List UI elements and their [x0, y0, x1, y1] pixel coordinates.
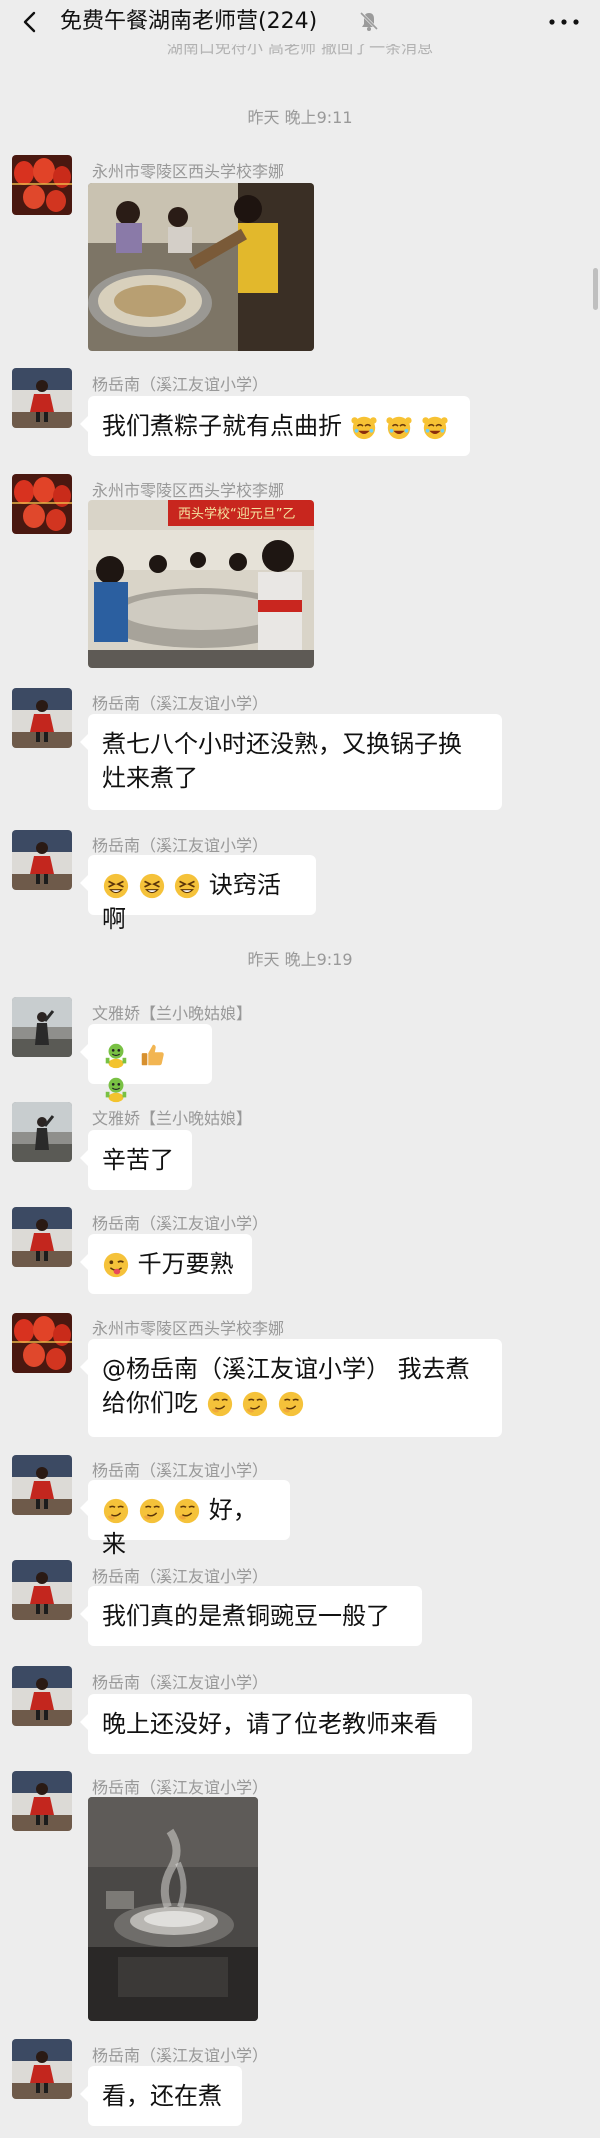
- avatar[interactable]: [12, 1313, 72, 1373]
- message-bubble[interactable]: 看，还在煮: [80, 2066, 242, 2126]
- sender-name: 永州市零陵区西头学校李娜: [92, 162, 285, 181]
- sender-name: 杨岳南（溪江友谊小学）: [92, 836, 269, 855]
- avatar[interactable]: [12, 1560, 72, 1620]
- sender-name: 杨岳南（溪江友谊小学）: [92, 694, 269, 713]
- avatar[interactable]: [12, 1666, 72, 1726]
- message-text-line: 给你们吃: [102, 1389, 198, 1417]
- smirk-emoji-icon: [138, 1497, 166, 1525]
- sender-name: 永州市零陵区西头学校李娜: [92, 1319, 285, 1338]
- smirk-emoji-icon: [102, 1497, 130, 1525]
- avatar[interactable]: [12, 997, 72, 1057]
- sender-name: 杨岳南（溪江友谊小学）: [92, 1214, 269, 1233]
- message-photo[interactable]: [88, 1797, 258, 2021]
- recall-notice: 湖南口免符小 高老师 撤回了一条消息: [166, 44, 434, 57]
- sender-name: 杨岳南（溪江友谊小学）: [92, 1567, 269, 1586]
- message-bubble[interactable]: 好，来: [80, 1480, 290, 1558]
- smirk-emoji-icon: [173, 1497, 201, 1525]
- avatar[interactable]: [12, 2039, 72, 2099]
- message-text: 我们真的是煮铜豌豆一般了: [102, 1602, 390, 1630]
- message-text-line: 灶来煮了: [102, 764, 198, 792]
- sender-name: 杨岳南（溪江友谊小学）: [92, 2046, 269, 2065]
- message-bubble[interactable]: 我们真的是煮铜豌豆一般了: [80, 1586, 422, 1646]
- avatar[interactable]: [12, 688, 72, 748]
- green-cheer-emoji-icon: [102, 1041, 130, 1069]
- squint-emoji-icon: [138, 872, 166, 900]
- message-bubble[interactable]: 千万要熟: [80, 1234, 252, 1294]
- timestamp: 昨天 晚上9:19: [247, 950, 353, 969]
- chat-header: 免费午餐湖南老师营(224): [0, 0, 600, 44]
- message-text: 千万要熟: [137, 1250, 234, 1278]
- green-cheer-emoji-icon: [102, 1075, 130, 1103]
- message-bubble[interactable]: 我们煮粽子就有点曲折: [80, 396, 470, 456]
- more-dots-icon[interactable]: [544, 8, 584, 36]
- message-text: 辛苦了: [102, 1146, 174, 1174]
- squint-emoji-icon: [102, 872, 130, 900]
- chat-title: 免费午餐湖南老师营(224): [60, 9, 318, 34]
- sender-name: 文雅娇【兰小晚姑娘】: [92, 1004, 253, 1023]
- message-photo[interactable]: 西头学校“迎元旦”乙: [88, 500, 314, 668]
- message-bubble[interactable]: 诀窍活啊: [80, 855, 316, 933]
- avatar[interactable]: [12, 1207, 72, 1267]
- smirk-emoji-icon: [206, 1390, 234, 1418]
- timestamp: 昨天 晚上9:11: [247, 108, 353, 127]
- sender-name: 文雅娇【兰小晚姑娘】: [92, 1109, 253, 1128]
- message-bubble[interactable]: 辛苦了: [80, 1130, 192, 1190]
- sender-name: 杨岳南（溪江友谊小学）: [92, 1778, 269, 1797]
- message-bubble[interactable]: @杨岳南（溪江友谊小学） 我去煮 给你们吃: [80, 1339, 502, 1437]
- bell-muted-icon: [359, 11, 379, 31]
- message-bubble[interactable]: 晚上还没好，请了位老教师来看: [80, 1694, 472, 1754]
- grin-tear-emoji-icon: [421, 413, 449, 441]
- thumbs-up-emoji-icon: [138, 1041, 166, 1069]
- avatar[interactable]: [12, 830, 72, 890]
- grin-tear-emoji-icon: [385, 413, 413, 441]
- grin-tear-emoji-icon: [350, 413, 378, 441]
- avatar[interactable]: [12, 1455, 72, 1515]
- sender-name: 杨岳南（溪江友谊小学）: [92, 1673, 269, 1692]
- sender-name: 永州市零陵区西头学校李娜: [92, 481, 285, 500]
- chevron-left-icon[interactable]: [18, 10, 42, 34]
- message-bubble[interactable]: [80, 1024, 212, 1084]
- message-text-line: @杨岳南（溪江友谊小学） 我去煮: [102, 1355, 470, 1383]
- message-text: 晚上还没好，请了位老教师来看: [102, 1710, 438, 1738]
- squint-emoji-icon: [173, 872, 201, 900]
- avatar[interactable]: [12, 155, 72, 215]
- avatar[interactable]: [12, 1102, 72, 1162]
- message-text: 看，还在煮: [102, 2082, 222, 2110]
- avatar[interactable]: [12, 368, 72, 428]
- message-text: 我们煮粽子就有点曲折: [102, 412, 342, 440]
- message-photo[interactable]: [88, 183, 314, 351]
- avatar[interactable]: [12, 1771, 72, 1831]
- scrollbar-thumb[interactable]: [593, 268, 598, 310]
- smirk-emoji-icon: [241, 1390, 269, 1418]
- wink-tongue-emoji-icon: [102, 1251, 130, 1279]
- smirk-emoji-icon: [277, 1390, 305, 1418]
- sender-name: 杨岳南（溪江友谊小学）: [92, 1461, 269, 1480]
- avatar[interactable]: [12, 474, 72, 534]
- message-text-line: 煮七八个小时还没熟，又换锅子换: [102, 730, 462, 758]
- photo-banner-text: 西头学校“迎元旦”乙: [178, 506, 295, 522]
- sender-name: 杨岳南（溪江友谊小学）: [92, 375, 269, 394]
- message-bubble[interactable]: 煮七八个小时还没熟，又换锅子换 灶来煮了: [80, 714, 502, 810]
